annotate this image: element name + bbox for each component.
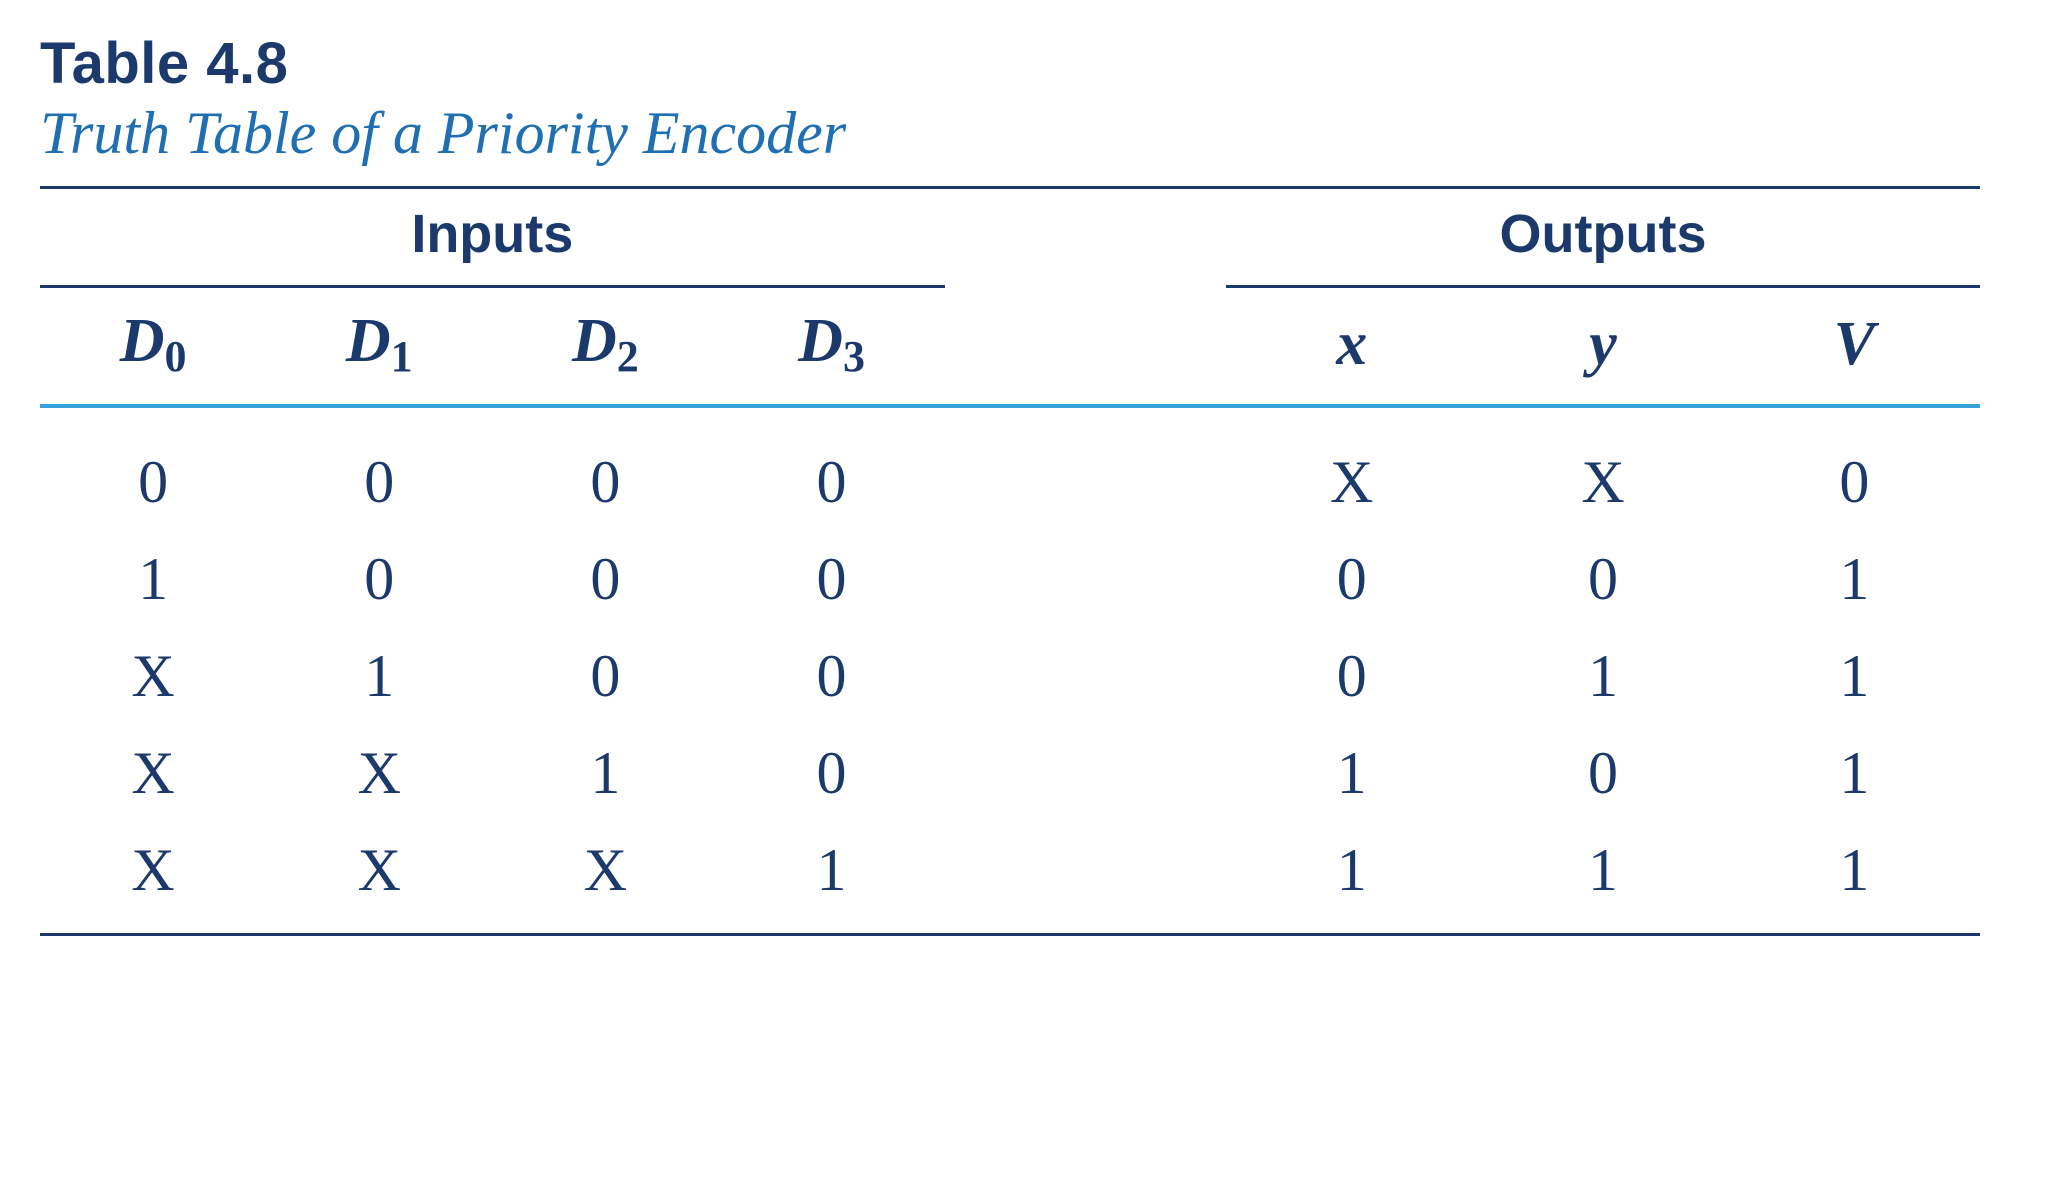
cell-y: 0 bbox=[1477, 725, 1728, 822]
cell-d3: 0 bbox=[718, 725, 944, 822]
cell-d0: 0 bbox=[40, 408, 266, 531]
cell-v: 1 bbox=[1729, 628, 1980, 725]
col-d3: D3 bbox=[718, 287, 944, 407]
cell-d0: X bbox=[40, 725, 266, 822]
truth-table: Inputs Outputs D0 D1 D2 D3 x y V 0 0 0 0… bbox=[40, 186, 1980, 936]
cell-y: 1 bbox=[1477, 628, 1728, 725]
col-d1: D1 bbox=[266, 287, 492, 407]
header-outputs: Outputs bbox=[1226, 189, 1980, 287]
col-gap bbox=[945, 287, 1226, 407]
cell-d1: 0 bbox=[266, 531, 492, 628]
col-v: V bbox=[1729, 287, 1980, 407]
cell-d0: X bbox=[40, 628, 266, 725]
cell-gap bbox=[945, 408, 1226, 531]
col-d0: D0 bbox=[40, 287, 266, 407]
cell-y: 0 bbox=[1477, 531, 1728, 628]
cell-d2: 0 bbox=[492, 628, 718, 725]
cell-x: 0 bbox=[1226, 531, 1477, 628]
cell-gap bbox=[945, 628, 1226, 725]
cell-d2: 0 bbox=[492, 408, 718, 531]
cell-v: 1 bbox=[1729, 725, 1980, 822]
table-row: X X X 1 1 1 1 bbox=[40, 822, 1980, 935]
table-title: Truth Table of a Priority Encoder bbox=[40, 99, 2006, 168]
cell-d0: X bbox=[40, 822, 266, 935]
cell-d1: X bbox=[266, 822, 492, 935]
cell-x: 0 bbox=[1226, 628, 1477, 725]
cell-d1: 1 bbox=[266, 628, 492, 725]
table-row: 0 0 0 0 X X 0 bbox=[40, 408, 1980, 531]
cell-d3: 0 bbox=[718, 531, 944, 628]
cell-x: 1 bbox=[1226, 822, 1477, 935]
cell-y: 1 bbox=[1477, 822, 1728, 935]
header-inputs: Inputs bbox=[40, 189, 945, 287]
cell-d2: X bbox=[492, 822, 718, 935]
cell-d3: 1 bbox=[718, 822, 944, 935]
cell-d3: 0 bbox=[718, 628, 944, 725]
cell-d2: 1 bbox=[492, 725, 718, 822]
table-row: X X 1 0 1 0 1 bbox=[40, 725, 1980, 822]
col-d2: D2 bbox=[492, 287, 718, 407]
col-y: y bbox=[1477, 287, 1728, 407]
cell-d3: 0 bbox=[718, 408, 944, 531]
col-x: x bbox=[1226, 287, 1477, 407]
cell-d0: 1 bbox=[40, 531, 266, 628]
cell-d1: 0 bbox=[266, 408, 492, 531]
cell-gap bbox=[945, 725, 1226, 822]
cell-v: 1 bbox=[1729, 822, 1980, 935]
cell-y: X bbox=[1477, 408, 1728, 531]
cell-x: X bbox=[1226, 408, 1477, 531]
cell-v: 1 bbox=[1729, 531, 1980, 628]
cell-x: 1 bbox=[1226, 725, 1477, 822]
header-gap bbox=[945, 189, 1226, 287]
table-number: Table 4.8 bbox=[40, 30, 2006, 97]
table-row: 1 0 0 0 0 0 1 bbox=[40, 531, 1980, 628]
header-column-row: D0 D1 D2 D3 x y V bbox=[40, 287, 1980, 407]
cell-v: 0 bbox=[1729, 408, 1980, 531]
cell-d2: 0 bbox=[492, 531, 718, 628]
cell-d1: X bbox=[266, 725, 492, 822]
cell-gap bbox=[945, 822, 1226, 935]
cell-gap bbox=[945, 531, 1226, 628]
table-row: X 1 0 0 0 1 1 bbox=[40, 628, 1980, 725]
header-group-row: Inputs Outputs bbox=[40, 189, 1980, 287]
